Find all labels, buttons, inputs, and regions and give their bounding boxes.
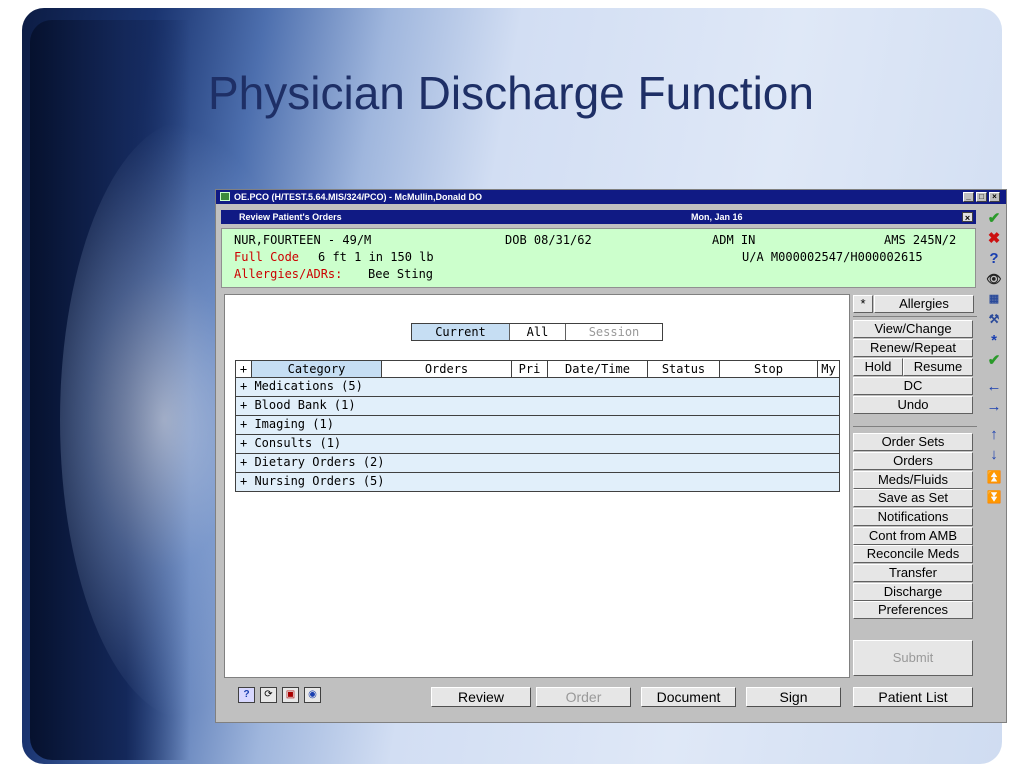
view-toggle: Current All Session: [411, 323, 663, 341]
help-icon[interactable]: ?: [238, 687, 255, 703]
column-my[interactable]: My: [818, 361, 839, 377]
meds-fluids-button[interactable]: Meds/Fluids: [853, 471, 973, 489]
window-title: OE.PCO (H/TEST.5.64.MIS/324/PCO) - McMul…: [234, 192, 483, 202]
grid-edit-icon[interactable]: ▦: [983, 290, 1005, 308]
admission-status: ADM IN: [712, 233, 756, 247]
side-divider: [853, 426, 977, 427]
save-as-set-button[interactable]: Save as Set: [853, 489, 973, 507]
arrow-down-icon[interactable]: ↓: [983, 446, 1005, 464]
view-current-tab[interactable]: Current: [412, 324, 510, 340]
patient-location: AMS 245N/2: [884, 233, 957, 247]
category-row-imaging[interactable]: + Imaging (1): [235, 416, 840, 435]
patient-ids: U/A M000002547/H000002615: [742, 250, 923, 264]
discharge-button[interactable]: Discharge: [853, 583, 973, 601]
cont-from-amb-button[interactable]: Cont from AMB: [853, 527, 973, 545]
notifications-button[interactable]: Notifications: [853, 508, 973, 526]
orders-button[interactable]: Orders: [853, 452, 973, 470]
column-datetime[interactable]: Date/Time: [548, 361, 648, 377]
hold-button[interactable]: Hold: [853, 358, 903, 376]
sign-button[interactable]: Sign: [746, 687, 841, 707]
screen-header: Review Patient's Orders Mon, Jan 16 ×: [221, 210, 976, 224]
arrow-right-icon[interactable]: →: [983, 398, 1005, 416]
height-weight: 6 ft 1 in 150 lb: [318, 250, 434, 264]
view-session-tab[interactable]: Session: [566, 324, 662, 340]
help-question-icon[interactable]: ?: [983, 250, 1005, 268]
window-titlebar: OE.PCO (H/TEST.5.64.MIS/324/PCO) - McMul…: [216, 190, 1006, 204]
orders-panel: Current All Session + Category Orders Pr…: [224, 294, 850, 678]
double-down-icon[interactable]: ⏬: [983, 488, 1005, 506]
screen-date: Mon, Jan 16: [691, 212, 743, 222]
column-pri[interactable]: Pri: [512, 361, 548, 377]
category-row-dietary-orders[interactable]: + Dietary Orders (2): [235, 454, 840, 473]
asterisk-icon[interactable]: *: [983, 332, 1005, 350]
view-all-tab[interactable]: All: [510, 324, 566, 340]
view-change-button[interactable]: View/Change: [853, 320, 973, 338]
accept-check-icon[interactable]: ✔: [983, 210, 1005, 228]
patient-name: NUR,FOURTEEN - 49/M: [234, 233, 372, 247]
web-icon[interactable]: ◉: [304, 687, 321, 703]
app-icon: [220, 192, 230, 201]
category-row-nursing-orders[interactable]: + Nursing Orders (5): [235, 473, 840, 492]
grid-header: + Category Orders Pri Date/Time Status S…: [235, 360, 840, 378]
undo-button[interactable]: Undo: [853, 396, 973, 414]
display-icon[interactable]: ▣: [282, 687, 299, 703]
patient-dob: DOB 08/31/62: [505, 233, 592, 247]
order-sets-button[interactable]: Order Sets: [853, 433, 973, 451]
column-stop[interactable]: Stop: [720, 361, 818, 377]
allergy-label: Allergies/ADRs:: [234, 267, 343, 281]
order-entry-window: OE.PCO (H/TEST.5.64.MIS/324/PCO) - McMul…: [215, 189, 1007, 723]
arrow-left-icon[interactable]: ←: [983, 378, 1005, 396]
check-all-icon[interactable]: ✔: [983, 352, 1005, 370]
category-row-medications[interactable]: + Medications (5): [235, 378, 840, 397]
side-divider: [853, 316, 977, 317]
tools-icon[interactable]: ⚒: [983, 310, 1005, 328]
close-window-button[interactable]: ×: [989, 192, 1000, 202]
cancel-x-icon[interactable]: ✖: [983, 230, 1005, 248]
refresh-icon[interactable]: ⟳: [260, 687, 277, 703]
reconcile-meds-button[interactable]: Reconcile Meds: [853, 545, 973, 563]
column-status[interactable]: Status: [648, 361, 720, 377]
allergies-star-button[interactable]: *: [853, 295, 873, 313]
expand-all-header[interactable]: +: [236, 361, 252, 377]
binoculars-icon[interactable]: 👁: [983, 270, 1005, 288]
preferences-button[interactable]: Preferences: [853, 601, 973, 619]
renew-repeat-button[interactable]: Renew/Repeat: [853, 339, 973, 357]
column-orders[interactable]: Orders: [382, 361, 512, 377]
double-up-icon[interactable]: ⏫: [983, 468, 1005, 486]
slide-title: Physician Discharge Function: [208, 67, 814, 119]
dc-button[interactable]: DC: [853, 377, 973, 395]
review-button[interactable]: Review: [431, 687, 531, 707]
patient-banner: NUR,FOURTEEN - 49/M DOB 08/31/62 ADM IN …: [221, 228, 976, 288]
allergies-button[interactable]: Allergies: [874, 295, 974, 313]
document-button[interactable]: Document: [641, 687, 736, 707]
minimize-button[interactable]: _: [963, 192, 974, 202]
patient-list-button[interactable]: Patient List: [853, 687, 973, 707]
column-category[interactable]: Category: [252, 361, 382, 377]
category-row-consults[interactable]: + Consults (1): [235, 435, 840, 454]
category-row-blood-bank[interactable]: + Blood Bank (1): [235, 397, 840, 416]
resume-button[interactable]: Resume: [903, 358, 973, 376]
order-button[interactable]: Order: [536, 687, 631, 707]
maximize-button[interactable]: □: [976, 192, 987, 202]
code-status: Full Code: [234, 250, 300, 264]
tool-strip: ✔ ✖ ? 👁 ▦ ⚒ * ✔ ← → ↑ ↓ ⏫ ⏬: [983, 210, 1005, 610]
screen-title: Review Patient's Orders: [239, 212, 342, 222]
transfer-button[interactable]: Transfer: [853, 564, 973, 582]
orders-grid: + Category Orders Pri Date/Time Status S…: [235, 360, 840, 492]
screen-close-button[interactable]: ×: [962, 212, 973, 223]
submit-button[interactable]: Submit: [853, 640, 973, 676]
allergy-value: Bee Sting: [368, 267, 434, 281]
arrow-up-icon[interactable]: ↑: [983, 426, 1005, 444]
